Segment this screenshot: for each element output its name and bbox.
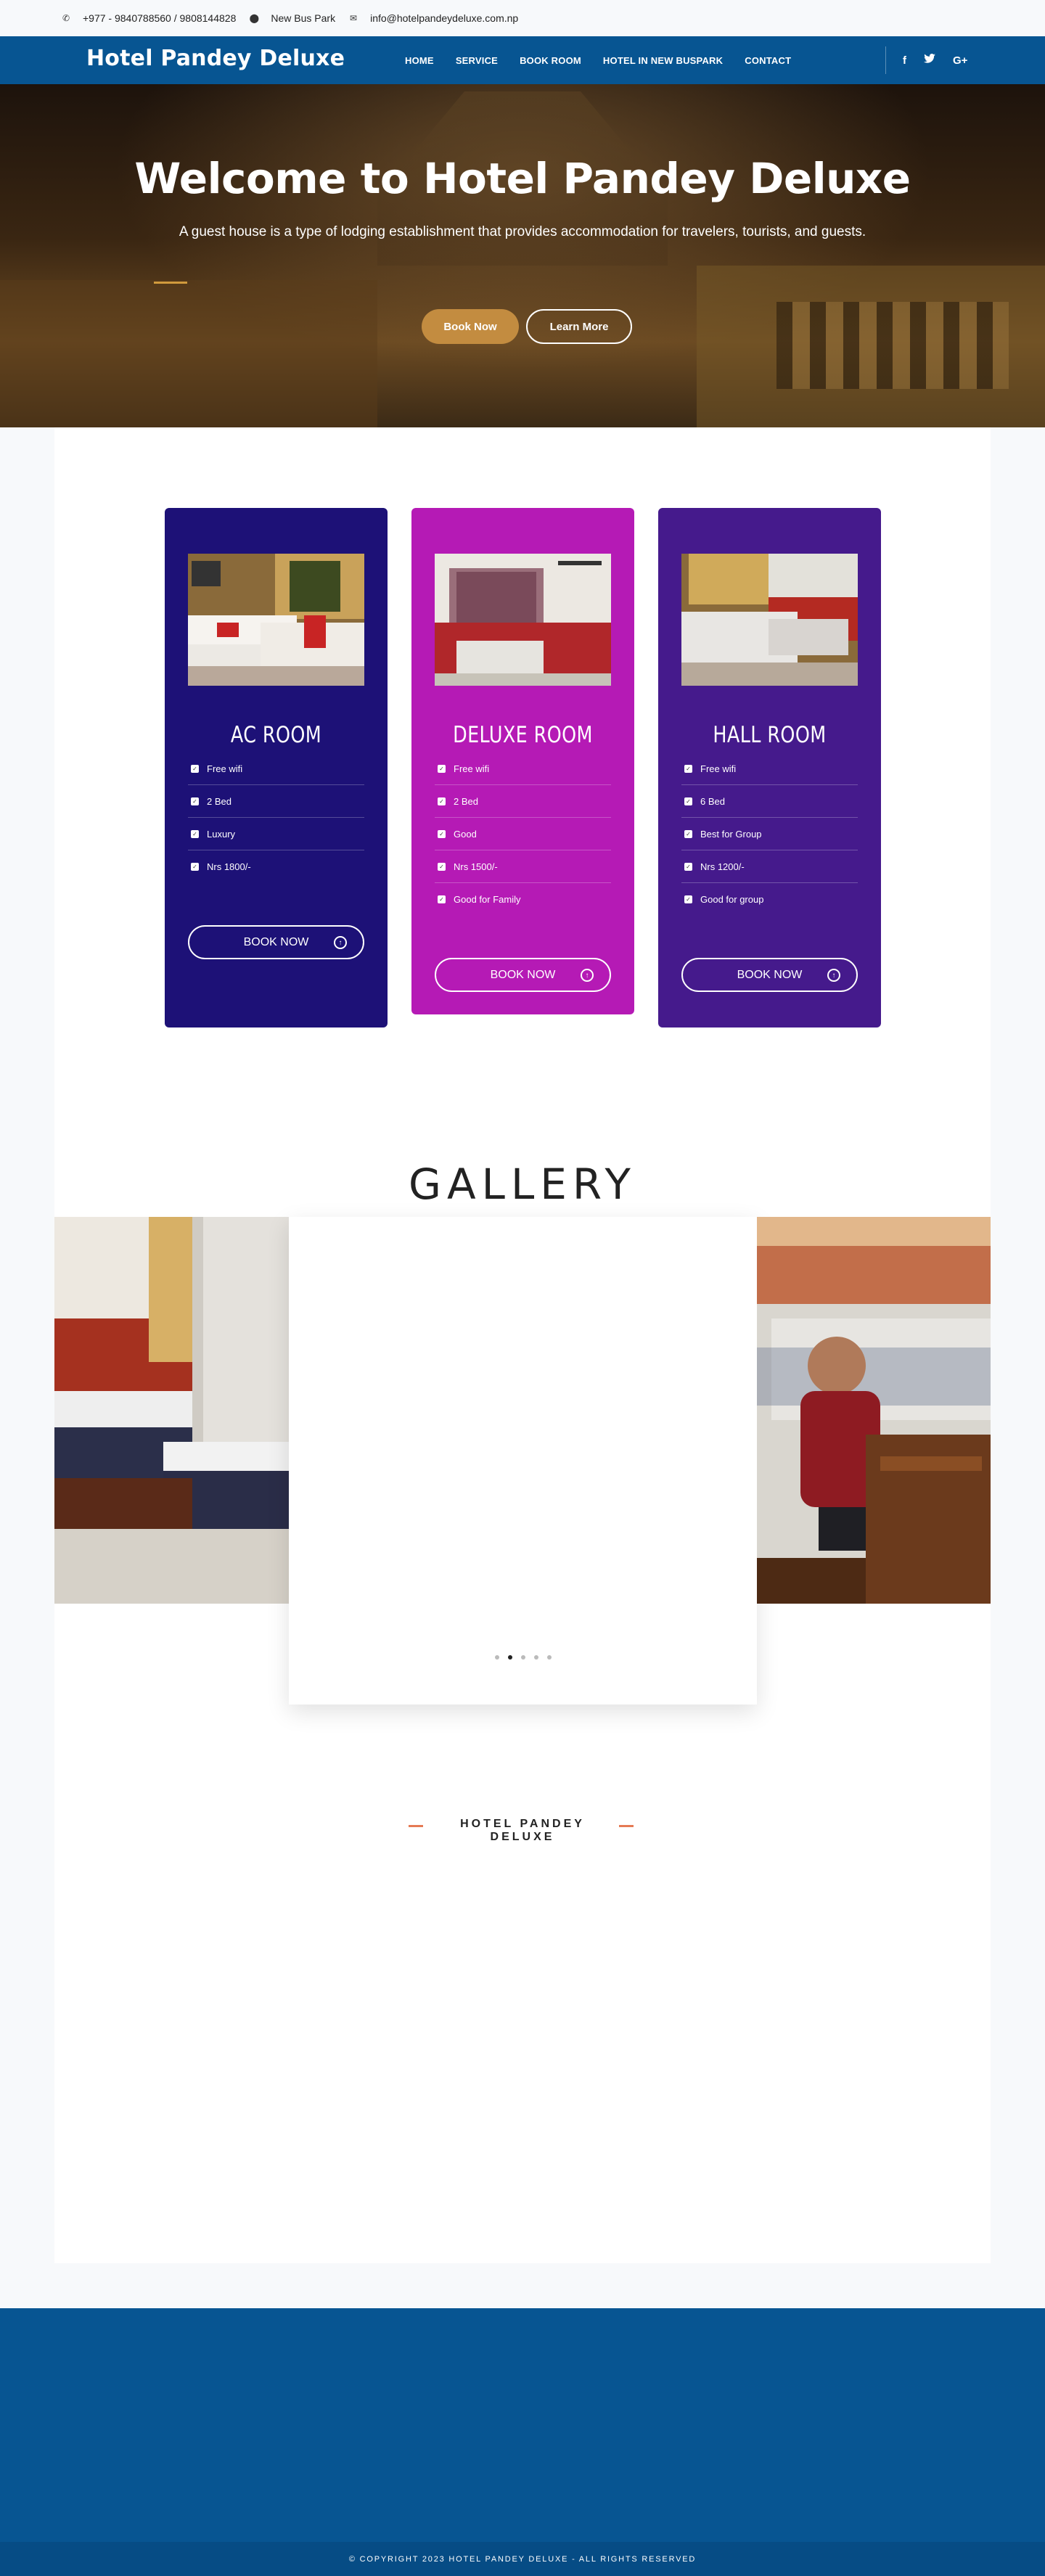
- pagination-dot[interactable]: [520, 1655, 525, 1660]
- room-card-deluxe: DELUXE ROOM ✓ Free wifi ✓ 2 Bed ✓ Good ✓ Nrs…: [411, 508, 634, 1014]
- heading-dash-right: [619, 1825, 634, 1827]
- social-links: f G+: [903, 36, 985, 84]
- check-icon: ✓: [684, 829, 692, 838]
- hotel-section-title: HOTEL PANDEY DELUXE: [460, 1818, 585, 1843]
- location-info: ⬤ New Bus Park: [249, 12, 335, 24]
- arrow-up-circle-icon: ↑: [581, 969, 594, 982]
- feature-item: ✓ Nrs 1800/-: [188, 850, 364, 883]
- nav-hotel-new-buspark[interactable]: HOTEL IN NEW BUSPARK: [603, 55, 723, 66]
- room-title-hall: HALL ROOM: [713, 722, 827, 748]
- feature-item: ✓ Good for Family: [435, 883, 611, 916]
- room-photo-ac: [188, 554, 364, 686]
- heading-dash-left: [409, 1825, 423, 1827]
- arrow-up-circle-icon: ↑: [334, 936, 347, 949]
- email-text[interactable]: info@hotelpandeydeluxe.com.np: [370, 12, 518, 24]
- nav-service[interactable]: SERVICE: [456, 55, 498, 66]
- feature-item: ✓ Free wifi: [681, 752, 858, 785]
- pagination-dot[interactable]: [546, 1655, 552, 1660]
- hero-title: Welcome to Hotel Pandey Deluxe: [134, 154, 911, 203]
- feature-item: ✓ Nrs 1500/-: [435, 850, 611, 883]
- check-icon: ✓: [191, 797, 199, 805]
- feature-item: ✓ Good for group: [681, 883, 858, 916]
- arrow-up-circle-icon: ↑: [827, 969, 840, 982]
- gallery-title: GALLERY: [409, 1160, 636, 1209]
- check-icon: ✓: [684, 895, 692, 903]
- check-icon: ✓: [191, 829, 199, 838]
- nav-book-room[interactable]: BOOK ROOM: [520, 55, 581, 66]
- pagination-dot[interactable]: [533, 1655, 538, 1660]
- main-navbar: Hotel Pandey Deluxe HOME SERVICE BOOK RO…: [0, 36, 1045, 84]
- nav-divider: [885, 46, 886, 74]
- check-icon: ✓: [684, 764, 692, 773]
- gallery-pagination: [289, 1655, 757, 1660]
- room-title-ac: AC ROOM: [230, 722, 322, 748]
- twitter-icon[interactable]: [924, 54, 935, 67]
- hero-learn-more-button[interactable]: Learn More: [526, 309, 632, 344]
- feature-item: ✓ Nrs 1200/-: [681, 850, 858, 883]
- room-card-ac: AC ROOM ✓ Free wifi ✓ 2 Bed ✓ Luxury ✓ Nrs 1…: [165, 508, 388, 1027]
- gallery-image-right[interactable]: [757, 1217, 991, 1604]
- copyright-bar: © COPYRIGHT 2023 HOTEL PANDEY DELUXE - A…: [0, 2542, 1045, 2576]
- room-features-ac: ✓ Free wifi ✓ 2 Bed ✓ Luxury ✓ Nrs 1800/-: [188, 752, 364, 883]
- check-icon: ✓: [438, 764, 446, 773]
- feature-item: ✓ Luxury: [188, 818, 364, 850]
- hotel-section-heading: HOTEL PANDEY DELUXE: [0, 1818, 1045, 1844]
- check-icon: ✓: [684, 797, 692, 805]
- phone-text: +977 - 9840788560 / 9808144828: [83, 12, 237, 24]
- footer: [0, 2308, 1045, 2542]
- feature-item: ✓ Best for Group: [681, 818, 858, 850]
- pagination-dot-active[interactable]: [507, 1655, 512, 1660]
- feature-item: ✓ Free wifi: [188, 752, 364, 785]
- check-icon: ✓: [438, 862, 446, 871]
- room-photo-hall: [681, 554, 858, 686]
- check-icon: ✓: [684, 862, 692, 871]
- feature-item: ✓ Good: [435, 818, 611, 850]
- hero-accent-line: [154, 282, 187, 284]
- nav-menu: HOME SERVICE BOOK ROOM HOTEL IN NEW BUSP…: [405, 36, 813, 84]
- facebook-icon[interactable]: f: [903, 54, 906, 67]
- book-now-button-deluxe[interactable]: BOOK NOW ↑: [435, 958, 611, 992]
- map-marker-icon: ⬤: [249, 13, 260, 23]
- nav-contact[interactable]: CONTACT: [745, 55, 791, 66]
- feature-item: ✓ 2 Bed: [188, 785, 364, 818]
- check-icon: ✓: [438, 797, 446, 805]
- brand-logo[interactable]: Hotel Pandey Deluxe: [86, 46, 345, 71]
- check-icon: ✓: [438, 895, 446, 903]
- envelope-icon: ✉: [350, 13, 358, 23]
- google-plus-icon[interactable]: G+: [953, 54, 967, 67]
- hero-building-left: [0, 280, 377, 427]
- feature-item: ✓ 6 Bed: [681, 785, 858, 818]
- hero-banner: Welcome to Hotel Pandey Deluxe A guest h…: [0, 84, 1045, 427]
- location-text: New Bus Park: [271, 12, 336, 24]
- feature-item: ✓ Free wifi: [435, 752, 611, 785]
- feature-item: ✓ 2 Bed: [435, 785, 611, 818]
- room-photo-deluxe: [435, 554, 611, 686]
- email-info[interactable]: ✉ info@hotelpandeydeluxe.com.np: [348, 12, 518, 24]
- hero-book-now-button[interactable]: Book Now: [422, 309, 519, 344]
- hero-windows: [776, 302, 1009, 389]
- phone-info: ✆ +977 - 9840788560 / 9808144828: [61, 12, 236, 24]
- check-icon: ✓: [438, 829, 446, 838]
- gallery-image-left[interactable]: [54, 1217, 289, 1604]
- book-now-button-ac[interactable]: BOOK NOW ↑: [188, 925, 364, 959]
- room-title-deluxe: DELUXE ROOM: [453, 722, 593, 748]
- nav-home[interactable]: HOME: [405, 55, 434, 66]
- room-features-hall: ✓ Free wifi ✓ 6 Bed ✓ Best for Group ✓ Nrs 1…: [681, 752, 858, 916]
- pagination-dot[interactable]: [494, 1655, 499, 1660]
- top-info-bar: ✆ +977 - 9840788560 / 9808144828 ⬤ New B…: [0, 0, 1045, 36]
- check-icon: ✓: [191, 764, 199, 773]
- phone-icon: ✆: [62, 13, 70, 23]
- room-card-hall: HALL ROOM ✓ Free wifi ✓ 6 Bed ✓ Best for Gr…: [658, 508, 881, 1027]
- hero-subtitle: A guest house is a type of lodging estab…: [179, 224, 866, 239]
- gallery-active-slide[interactable]: [289, 1217, 757, 1705]
- check-icon: ✓: [191, 863, 199, 871]
- book-now-button-hall[interactable]: BOOK NOW ↑: [681, 958, 858, 992]
- room-features-deluxe: ✓ Free wifi ✓ 2 Bed ✓ Good ✓ Nrs 1500/- ✓ Goo…: [435, 752, 611, 916]
